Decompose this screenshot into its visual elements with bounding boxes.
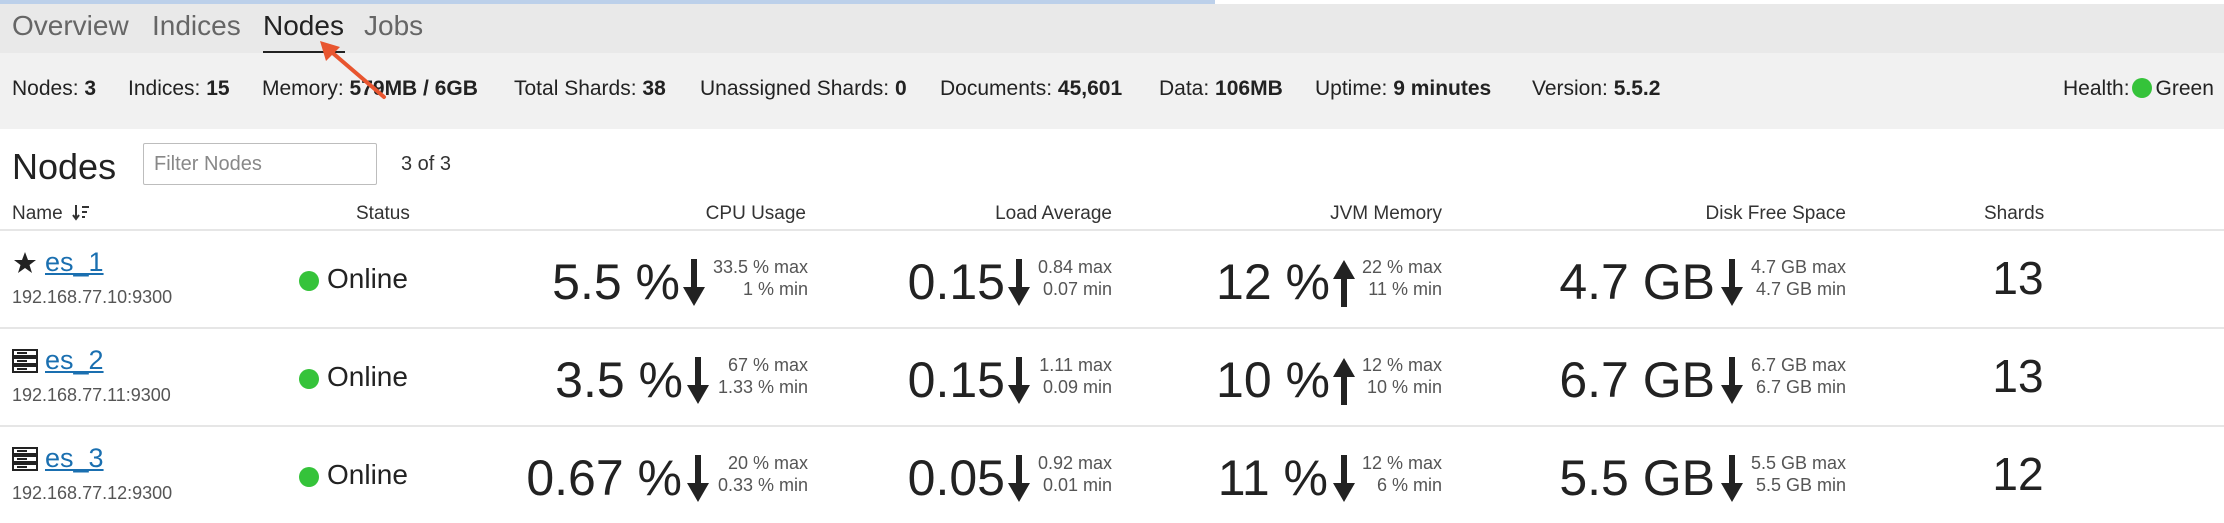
stat-version: Version: 5.5.2 — [1532, 77, 1661, 100]
jvm-max: 12 % max — [1361, 453, 1442, 473]
disk-max: 4.7 GB max — [1750, 257, 1846, 277]
node-status: Online — [327, 361, 408, 392]
disk-value: 6.7 GB — [1559, 352, 1715, 408]
online-status-dot — [299, 271, 319, 291]
node-status: Online — [327, 459, 408, 490]
cpu-max: 67 % max — [727, 355, 808, 375]
stat-uptime: Uptime: 9 minutes — [1315, 77, 1492, 100]
cpu-max: 33.5 % max — [712, 257, 808, 277]
disk-value: 4.7 GB — [1559, 254, 1715, 310]
cpu-min: 0.33 % min — [717, 475, 808, 495]
cpu-max: 20 % max — [727, 453, 808, 473]
node-address: 192.168.77.12:9300 — [12, 483, 173, 503]
disk-min: 6.7 GB min — [1755, 377, 1846, 397]
tab-overview[interactable]: Overview — [12, 10, 129, 42]
stat-unassigned-shards: Unassigned Shards: 0 — [700, 77, 907, 100]
cpu-value: 0.67 % — [526, 450, 682, 506]
shard-count: 13 — [1992, 350, 2044, 402]
annotation-arrow-icon — [320, 41, 386, 99]
cpu-min: 1 % min — [742, 279, 808, 299]
disk-min: 4.7 GB min — [1755, 279, 1846, 299]
column-header-shards: Shards — [1984, 203, 2045, 224]
load-value: 0.15 — [907, 352, 1005, 408]
load-max: 0.92 max — [1037, 453, 1112, 473]
stat-health: Health: Green — [2063, 77, 2214, 100]
cpu-value: 5.5 % — [552, 254, 680, 310]
tab-indices[interactable]: Indices — [152, 10, 241, 42]
node-address: 192.168.77.10:9300 — [12, 287, 173, 307]
load-value: 0.05 — [907, 450, 1005, 506]
filter-nodes-input[interactable] — [143, 143, 377, 185]
column-header-status: Status — [356, 203, 410, 224]
load-max: 0.84 max — [1037, 257, 1112, 277]
column-header-cpu: CPU Usage — [705, 203, 806, 224]
jvm-min: 6 % min — [1376, 475, 1442, 495]
health-status-dot — [2131, 78, 2152, 98]
stat-indices: Indices: 15 — [128, 77, 230, 100]
jvm-value: 11 % — [1217, 450, 1328, 506]
column-header-disk: Disk Free Space — [1705, 203, 1846, 224]
jvm-max: 12 % max — [1361, 355, 1442, 375]
disk-value: 5.5 GB — [1559, 450, 1715, 506]
server-icon — [12, 349, 38, 373]
disk-min: 5.5 GB min — [1755, 475, 1846, 495]
table-row: es_3 192.168.77.12:9300 Online 0.67 % 20… — [0, 427, 2224, 523]
jvm-value: 10 % — [1216, 352, 1330, 408]
node-name-link[interactable]: es_3 — [45, 443, 104, 474]
online-status-dot — [299, 467, 319, 487]
load-min: 0.01 min — [1042, 475, 1112, 495]
load-max: 1.11 max — [1039, 355, 1112, 375]
disk-max: 5.5 GB max — [1750, 453, 1846, 473]
jvm-max: 22 % max — [1361, 257, 1442, 277]
table-row: es_2 192.168.77.11:9300 Online 3.5 % 67 … — [0, 329, 2224, 425]
shard-count: 13 — [1992, 252, 2044, 304]
tab-jobs[interactable]: Jobs — [364, 10, 423, 42]
online-status-dot — [299, 369, 319, 389]
page-title: Nodes — [12, 146, 117, 187]
node-name-link[interactable]: es_2 — [45, 345, 104, 376]
node-status: Online — [327, 263, 408, 294]
jvm-min: 11 % min — [1368, 279, 1442, 299]
column-header-load: Load Average — [995, 203, 1112, 224]
stat-total-shards: Total Shards: 38 — [514, 77, 666, 100]
tab-nodes[interactable]: Nodes — [263, 10, 344, 42]
server-icon — [12, 447, 38, 471]
star-icon — [14, 252, 36, 273]
node-address: 192.168.77.11:9300 — [12, 385, 171, 405]
jvm-min: 10 % min — [1366, 377, 1442, 397]
jvm-value: 12 % — [1216, 254, 1330, 310]
load-min: 0.09 min — [1042, 377, 1112, 397]
column-header-jvm: JVM Memory — [1330, 203, 1442, 224]
cpu-min: 1.33 % min — [717, 377, 808, 397]
stat-nodes: Nodes: 3 — [12, 77, 97, 100]
cpu-value: 3.5 % — [555, 352, 683, 408]
shard-count: 12 — [1992, 448, 2044, 500]
table-row: es_1 192.168.77.10:9300 Online 5.5 % 33.… — [0, 231, 2224, 327]
column-header-name[interactable]: Name — [12, 203, 90, 225]
stat-documents: Documents: 45,601 — [940, 77, 1123, 100]
disk-max: 6.7 GB max — [1750, 355, 1846, 375]
node-name-link[interactable]: es_1 — [45, 247, 104, 278]
stat-data: Data: 106MB — [1159, 77, 1283, 100]
sort-icon[interactable] — [72, 203, 90, 221]
load-min: 0.07 min — [1042, 279, 1112, 299]
node-count: 3 of 3 — [401, 153, 452, 175]
load-value: 0.15 — [907, 254, 1005, 310]
